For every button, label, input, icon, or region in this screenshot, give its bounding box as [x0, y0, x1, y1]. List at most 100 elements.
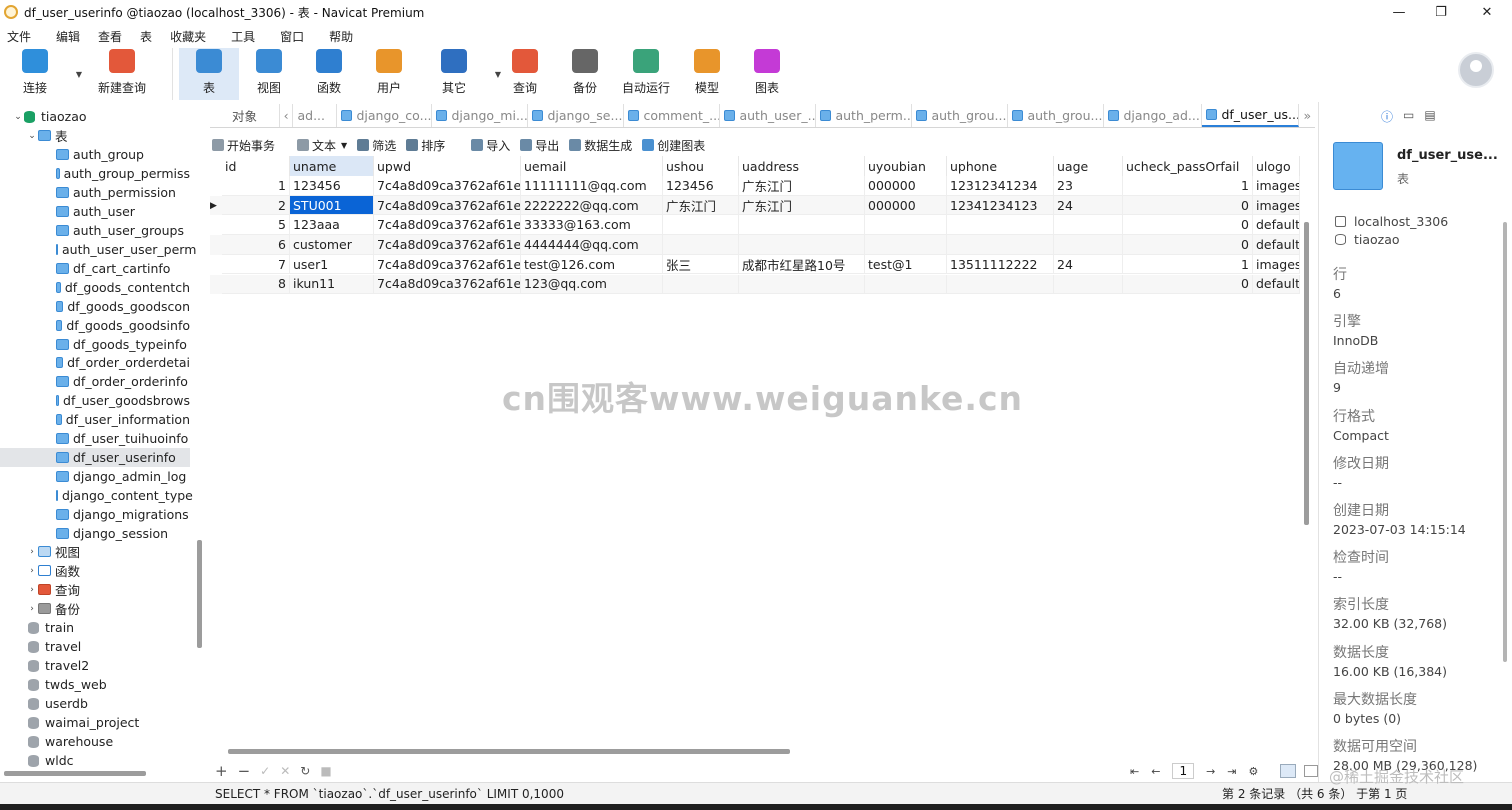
sidebar-vertical-scrollbar[interactable] [197, 540, 202, 648]
cell-uemail[interactable]: test@126.com [521, 254, 663, 275]
cell-uaddress[interactable]: 广东江门 [739, 176, 865, 196]
cell-ulogo[interactable]: default. [1253, 274, 1300, 295]
tree-group-views[interactable]: › 视图 [26, 542, 80, 561]
cell-uyoubian[interactable]: 000000 [865, 195, 947, 216]
column-header-ucheck_passOrfail[interactable]: ucheck_passOrfail [1123, 156, 1253, 176]
toolbar-table-button[interactable]: 表 [179, 48, 239, 100]
first-page-button[interactable]: ⇤ [1130, 765, 1139, 778]
cell-uaddress[interactable]: 成都市红星路10号 [739, 254, 865, 275]
sidebar-table-auth_group_permiss[interactable]: auth_group_permiss [0, 164, 190, 183]
menu-view[interactable]: 查看 [91, 28, 133, 45]
cell-uemail[interactable]: 33333@163.com [521, 215, 663, 236]
cell-uyoubian[interactable] [865, 274, 947, 295]
maximize-button[interactable]: ❐ [1418, 0, 1464, 24]
minimize-button[interactable]: — [1376, 0, 1422, 24]
menu-help[interactable]: 帮助 [315, 28, 364, 45]
toolbar-function-button[interactable]: 函数 [299, 48, 359, 100]
cell-uaddress[interactable] [739, 274, 865, 295]
cell-ulogo[interactable]: images, [1253, 176, 1300, 196]
sidebar-db-twds_web[interactable]: twds_web [28, 675, 107, 694]
menu-file[interactable]: 文件 [0, 28, 42, 45]
column-header-uemail[interactable]: uemail [521, 156, 663, 176]
sidebar-db-train[interactable]: train [28, 618, 74, 637]
menu-favorites[interactable]: 收藏夹 [163, 28, 217, 45]
sidebar-horizontal-scrollbar[interactable] [4, 771, 146, 776]
tab-ad[interactable]: ad... [293, 104, 338, 127]
tab-comment_[interactable]: comment_... [624, 104, 721, 127]
page-number-input[interactable]: 1 [1172, 763, 1195, 779]
sidebar-table-df_goods_goodsinfo[interactable]: df_goods_goodsinfo [0, 316, 190, 335]
cell-uage[interactable] [1054, 215, 1123, 236]
cell-id[interactable]: 1 [222, 176, 290, 196]
close-button[interactable]: ✕ [1464, 0, 1510, 24]
cell-uyoubian[interactable]: 000000 [865, 176, 947, 196]
sidebar-table-df_cart_cartinfo[interactable]: df_cart_cartinfo [0, 259, 190, 278]
cell-uyoubian[interactable] [865, 235, 947, 255]
cell-id[interactable]: 7 [222, 254, 290, 275]
ddl-tab[interactable]: ▭ [1403, 108, 1414, 125]
tab-auth_grou[interactable]: auth_grou... [912, 104, 1009, 127]
cell-id[interactable]: 5 [222, 215, 290, 236]
cell-ushou[interactable]: 123456 [663, 176, 739, 196]
cell-ucheck_passOrfail[interactable]: 0 [1123, 235, 1253, 255]
cell-ushou[interactable] [663, 235, 739, 255]
cell-uphone[interactable] [947, 274, 1054, 295]
cell-upwd[interactable]: 7c4a8d09ca3762af61e595 [374, 274, 521, 295]
cell-uyoubian[interactable] [865, 215, 947, 236]
cell-ulogo[interactable]: images, [1253, 254, 1300, 275]
toolbar-new-query-button[interactable]: 新建查询 [78, 48, 166, 100]
cell-uage[interactable] [1054, 235, 1123, 255]
chevron-down-icon[interactable]: ▼ [341, 141, 347, 150]
form-view-toggle[interactable] [1304, 765, 1319, 777]
chevron-right-icon[interactable]: › [26, 566, 38, 576]
cell-ucheck_passOrfail[interactable]: 0 [1123, 215, 1253, 236]
cell-ushou[interactable] [663, 215, 739, 236]
cell-id[interactable]: 8 [222, 274, 290, 295]
grid-vertical-scrollbar[interactable] [1304, 222, 1309, 525]
cell-ushou[interactable]: 广东江门 [663, 195, 739, 216]
sidebar-table-df_goods_typeinfo[interactable]: df_goods_typeinfo [0, 335, 190, 354]
sidebar-table-df_user_goodsbrows[interactable]: df_user_goodsbrows [0, 391, 190, 410]
cell-ulogo[interactable]: default. [1253, 235, 1300, 255]
preview-tab[interactable]: ▤ [1424, 108, 1435, 125]
prev-page-button[interactable]: ← [1151, 765, 1160, 778]
sidebar-db-waimai_project[interactable]: waimai_project [28, 713, 139, 732]
cell-uemail[interactable]: 4444444@qq.com [521, 235, 663, 255]
cell-ulogo[interactable]: images, [1253, 195, 1300, 216]
sidebar-table-df_user_userinfo[interactable]: df_user_userinfo [0, 448, 190, 468]
cell-ushou[interactable] [663, 274, 739, 295]
cell-ucheck_passOrfail[interactable]: 0 [1123, 274, 1253, 295]
cell-upwd[interactable]: 7c4a8d09ca3762af61e595 [374, 215, 521, 236]
sidebar-table-df_user_tuihuoinfo[interactable]: df_user_tuihuoinfo [0, 429, 190, 448]
tab-auth_user_[interactable]: auth_user_... [720, 104, 817, 127]
sidebar-table-django_migrations[interactable]: django_migrations [0, 505, 190, 524]
cell-uemail[interactable]: 123@qq.com [521, 274, 663, 295]
grid-view-toggle[interactable] [1280, 764, 1297, 778]
tab-auth_grou[interactable]: auth_grou... [1008, 104, 1105, 127]
export-button[interactable]: 导出 [520, 137, 559, 154]
info-panel-scrollbar[interactable] [1503, 222, 1507, 662]
tree-group-functions[interactable]: › 函数 [26, 561, 80, 580]
chevron-down-icon[interactable]: ⌄ [12, 112, 24, 122]
import-button[interactable]: 导入 [471, 137, 510, 154]
cell-uphone[interactable] [947, 235, 1054, 255]
sidebar-table-df_goods_contentch[interactable]: df_goods_contentch [0, 278, 190, 297]
text-button[interactable]: 文本 ▼ [297, 137, 347, 154]
cell-ucheck_passOrfail[interactable]: 0 [1123, 195, 1253, 216]
info-tab[interactable]: ⓘ [1381, 108, 1393, 125]
sort-button[interactable]: 排序 [406, 137, 445, 154]
tree-group-backups[interactable]: › 备份 [26, 599, 80, 618]
cell-upwd[interactable]: 7c4a8d09ca3762af61e595 [374, 195, 521, 216]
sidebar-db-warehouse[interactable]: warehouse [28, 732, 113, 751]
column-header-id[interactable]: id [222, 156, 290, 176]
cell-uname[interactable]: 123aaa [290, 215, 374, 236]
add-record-button[interactable]: + [215, 762, 228, 780]
column-header-ushou[interactable]: ushou [663, 156, 739, 176]
column-header-uaddress[interactable]: uaddress [739, 156, 865, 176]
sidebar-table-auth_group[interactable]: auth_group [0, 145, 190, 164]
cell-upwd[interactable]: 7c4a8d09ca3762af61e595 [374, 235, 521, 255]
tree-group-queries[interactable]: › 查询 [26, 580, 80, 599]
sidebar-table-auth_permission[interactable]: auth_permission [0, 183, 190, 202]
sidebar-table-auth_user_user_perm[interactable]: auth_user_user_perm [0, 240, 196, 259]
chevron-right-icon[interactable]: › [26, 547, 38, 557]
